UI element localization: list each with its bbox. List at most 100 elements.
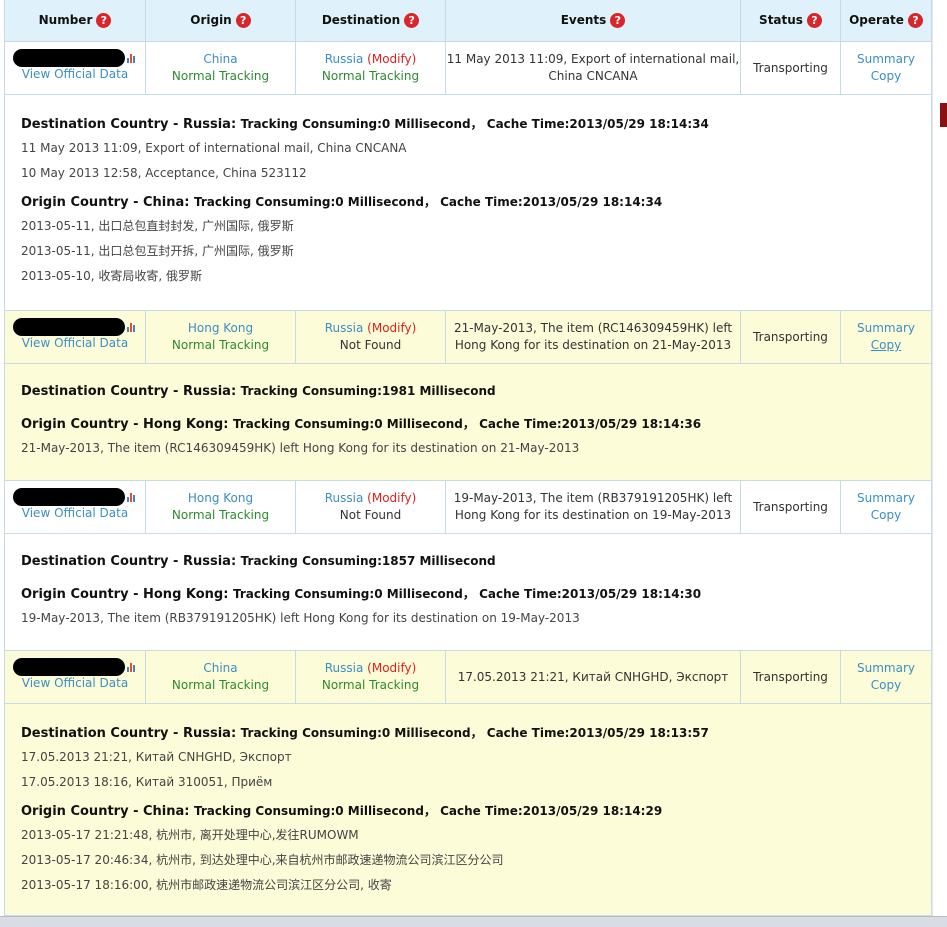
header-status: Status? xyxy=(741,0,841,42)
destination-heading: Destination Country - Russia: Tracking C… xyxy=(21,726,709,741)
chart-icon[interactable] xyxy=(127,662,137,672)
horizontal-scrollbar[interactable] xyxy=(0,916,947,927)
summary-link[interactable]: Summary xyxy=(857,51,915,68)
tracking-detail: Destination Country - Russia: Tracking C… xyxy=(4,364,932,481)
operate-cell: Summary Copy xyxy=(841,651,932,704)
help-icon[interactable]: ? xyxy=(235,13,251,28)
chart-icon[interactable] xyxy=(127,53,137,63)
origin-cell: Hong Kong Normal Tracking xyxy=(146,481,296,534)
events-cell: 21-May-2013, The item (RC146309459HK) le… xyxy=(446,311,741,364)
origin-status: Normal Tracking xyxy=(171,338,270,352)
origin-country[interactable]: Hong Kong xyxy=(188,320,253,337)
event-line: 2013-05-17 21:21:48, 杭州市, 离开处理中心,发往RUMOW… xyxy=(21,828,359,842)
destination-country[interactable]: Russia xyxy=(325,491,364,505)
destination-heading: Destination Country - Russia: Tracking C… xyxy=(21,117,709,132)
view-official-data-link[interactable]: View Official Data xyxy=(22,335,128,352)
origin-country[interactable]: Hong Kong xyxy=(188,490,253,507)
event-line: 17.05.2013 18:16, Китай 310051, Приём xyxy=(21,775,273,789)
tracking-detail: Destination Country - Russia: Tracking C… xyxy=(4,534,932,651)
event-line: 17.05.2013 21:21, Китай CNHGHD, Экспорт xyxy=(21,750,292,764)
event-line: 21-May-2013, The item (RC146309459HK) le… xyxy=(21,441,580,455)
origin-country[interactable]: China xyxy=(203,660,237,677)
destination-cell: Russia (Modify) Normal Tracking xyxy=(296,42,446,95)
destination-cell: Russia (Modify) Normal Tracking xyxy=(296,651,446,704)
event-line: 2013-05-17 20:46:34, 杭州市, 到达处理中心,来自杭州市邮政… xyxy=(21,853,504,867)
event-line: 11 May 2013 11:09, Export of internation… xyxy=(21,141,407,155)
copy-link[interactable]: Copy xyxy=(871,68,901,85)
header-destination: Destination? xyxy=(296,0,446,42)
number-cell: View Official Data xyxy=(4,311,146,364)
chart-icon[interactable] xyxy=(127,492,137,502)
copy-link[interactable]: Copy xyxy=(871,337,901,354)
operate-cell: Summary Copy xyxy=(841,42,932,95)
header-operate: Operate? xyxy=(841,0,932,42)
destination-status: Not Found xyxy=(339,508,402,522)
table-header: Number? Origin? Destination? Events? Sta… xyxy=(4,0,932,42)
table-row: View Official Data China Normal Tracking… xyxy=(4,42,932,95)
number-cell: View Official Data xyxy=(4,651,146,704)
header-events: Events? xyxy=(446,0,741,42)
side-tab-marker[interactable] xyxy=(940,103,947,127)
operate-cell: Summary Copy xyxy=(841,481,932,534)
origin-heading: Origin Country - Hong Kong: Tracking Con… xyxy=(21,587,702,602)
table-row: View Official Data Hong Kong Normal Trac… xyxy=(4,311,932,364)
destination-heading: Destination Country - Russia: Tracking C… xyxy=(21,384,496,399)
origin-cell: Hong Kong Normal Tracking xyxy=(146,311,296,364)
modify-link[interactable]: (Modify) xyxy=(367,52,416,66)
destination-heading: Destination Country - Russia: Tracking C… xyxy=(21,554,496,569)
origin-cell: China Normal Tracking xyxy=(146,42,296,95)
tracking-detail: Destination Country - Russia: Tracking C… xyxy=(4,95,932,311)
events-cell: 19-May-2013, The item (RB379191205HK) le… xyxy=(446,481,741,534)
origin-status: Normal Tracking xyxy=(171,508,270,522)
table-row: View Official Data Hong Kong Normal Trac… xyxy=(4,481,932,534)
destination-status: Not Found xyxy=(339,338,402,352)
destination-country[interactable]: Russia xyxy=(325,321,364,335)
summary-link[interactable]: Summary xyxy=(857,660,915,677)
origin-heading: Origin Country - China: Tracking Consumi… xyxy=(21,195,663,210)
event-line: 2013-05-10, 收寄局收寄, 俄罗斯 xyxy=(21,269,202,283)
event-line: 2013-05-11, 出口总包直封封发, 广州国际, 俄罗斯 xyxy=(21,219,294,233)
modify-link[interactable]: (Modify) xyxy=(367,491,416,505)
header-origin: Origin? xyxy=(146,0,296,42)
table-row: View Official Data China Normal Tracking… xyxy=(4,651,932,704)
view-official-data-link[interactable]: View Official Data xyxy=(22,66,128,83)
help-icon[interactable]: ? xyxy=(806,13,822,28)
help-icon[interactable]: ? xyxy=(610,13,626,28)
summary-link[interactable]: Summary xyxy=(857,320,915,337)
operate-cell: Summary Copy xyxy=(841,311,932,364)
modify-link[interactable]: (Modify) xyxy=(367,321,416,335)
view-official-data-link[interactable]: View Official Data xyxy=(22,675,128,692)
help-icon[interactable]: ? xyxy=(404,13,420,28)
modify-link[interactable]: (Modify) xyxy=(367,661,416,675)
origin-status: Normal Tracking xyxy=(171,69,270,83)
destination-country[interactable]: Russia xyxy=(325,661,364,675)
origin-status: Normal Tracking xyxy=(171,678,270,692)
number-cell: View Official Data xyxy=(4,481,146,534)
destination-status: Normal Tracking xyxy=(321,69,420,83)
number-cell: View Official Data xyxy=(4,42,146,95)
events-cell: 11 May 2013 11:09, Export of internation… xyxy=(446,42,741,95)
events-cell: 17.05.2013 21:21, Китай CNHGHD, Экспорт xyxy=(446,651,741,704)
destination-cell: Russia (Modify) Not Found xyxy=(296,311,446,364)
tracking-detail: Destination Country - Russia: Tracking C… xyxy=(4,704,932,916)
chart-icon[interactable] xyxy=(127,322,137,332)
copy-link[interactable]: Copy xyxy=(871,677,901,694)
destination-status: Normal Tracking xyxy=(321,678,420,692)
page-edge xyxy=(932,0,933,916)
status-cell: Transporting xyxy=(741,651,841,704)
event-line: 2013-05-17 18:16:00, 杭州市邮政速递物流公司滨江区分公司, … xyxy=(21,878,392,892)
origin-cell: China Normal Tracking xyxy=(146,651,296,704)
help-icon[interactable]: ? xyxy=(96,13,112,28)
origin-country[interactable]: China xyxy=(203,51,237,68)
help-icon[interactable]: ? xyxy=(907,13,923,28)
status-cell: Transporting xyxy=(741,481,841,534)
redacted-number xyxy=(13,657,125,676)
redacted-number xyxy=(13,317,125,336)
redacted-number xyxy=(13,487,125,506)
destination-cell: Russia (Modify) Not Found xyxy=(296,481,446,534)
view-official-data-link[interactable]: View Official Data xyxy=(22,505,128,522)
status-cell: Transporting xyxy=(741,311,841,364)
copy-link[interactable]: Copy xyxy=(871,507,901,524)
destination-country[interactable]: Russia xyxy=(325,52,364,66)
summary-link[interactable]: Summary xyxy=(857,490,915,507)
